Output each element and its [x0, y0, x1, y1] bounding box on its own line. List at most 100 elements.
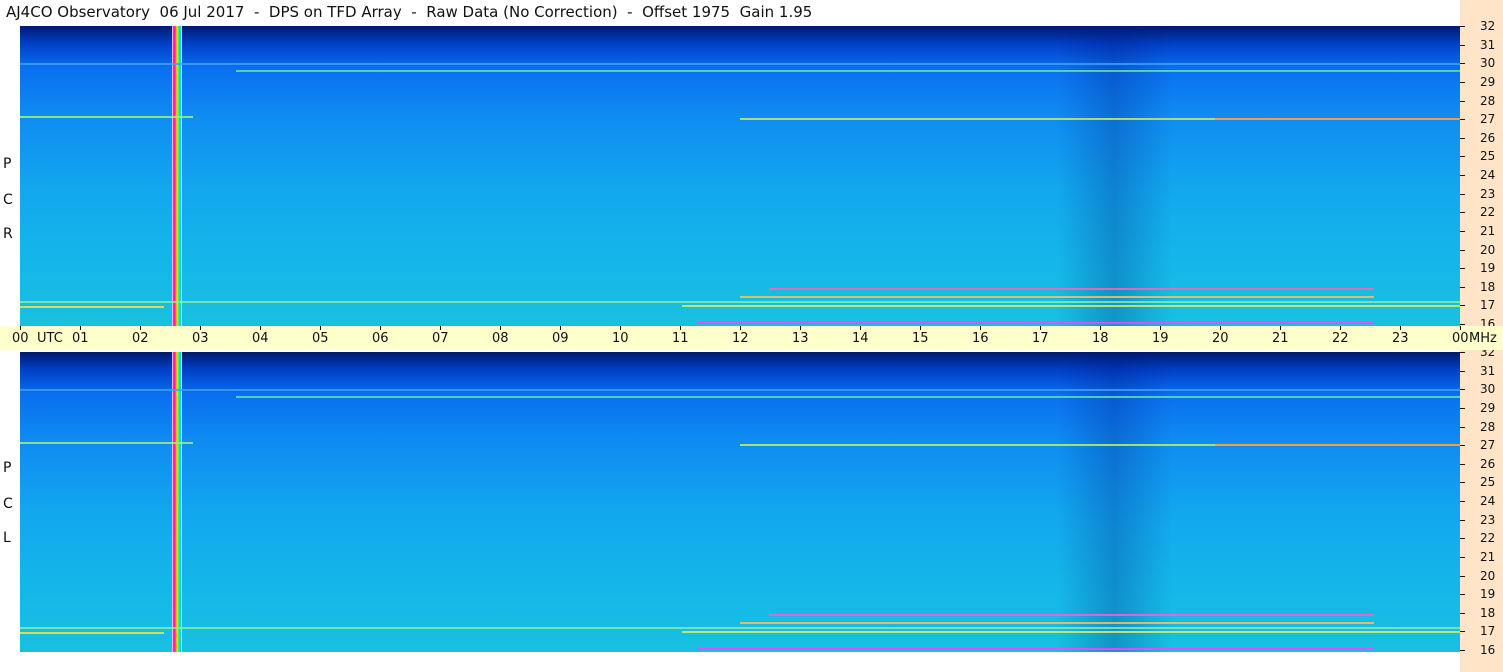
freq-tick [1460, 556, 1465, 558]
time-tick [800, 326, 801, 330]
time-axis: 00 UTC 01 02 03 04 05 06 07 08 09 10 11 12 13 14 15 16 17 1… [0, 326, 1503, 350]
freq-label: 30 [1480, 382, 1496, 397]
freq-label: 19 [1480, 261, 1496, 276]
time-tick [1160, 326, 1161, 330]
time-label: 01 [72, 331, 89, 346]
time-tick [320, 326, 321, 330]
freq-tick [1460, 81, 1465, 83]
freq-tick [1460, 501, 1465, 502]
time-tick [920, 326, 921, 330]
freq-label: 23 [1480, 186, 1496, 201]
freq-label: 30 [1480, 56, 1496, 71]
signal-band [20, 632, 164, 634]
freq-tick [1460, 63, 1465, 65]
panel-letter: C [3, 496, 13, 512]
freq-label: 24 [1480, 494, 1496, 508]
freq-tick [1460, 445, 1465, 447]
signal-band [20, 301, 1460, 303]
time-label: 21 [1272, 331, 1289, 346]
signal-band [768, 288, 1374, 290]
freq-label: 17 [1480, 624, 1496, 639]
signal-band [768, 614, 1374, 616]
time-tick [1280, 326, 1281, 330]
freq-label: 25 [1480, 475, 1496, 490]
freq-label: 16 [1480, 643, 1496, 657]
time-tick [560, 326, 561, 330]
signal-band [20, 627, 1460, 629]
signal-band [682, 305, 1460, 307]
freq-tick [1460, 100, 1465, 102]
signal-band [740, 296, 1374, 298]
time-label: 17 [1032, 331, 1049, 346]
freq-tick [1460, 230, 1465, 232]
freq-tick [1460, 26, 1465, 27]
time-tick [1460, 326, 1461, 330]
freq-tick [1460, 463, 1465, 465]
page-title: AJ4CO Observatory 06 Jul 2017 - DPS on T… [6, 3, 813, 21]
time-tick [380, 326, 381, 330]
freq-label: 20 [1480, 568, 1496, 583]
freq-tick [1460, 193, 1465, 195]
freq-tick [1460, 212, 1465, 214]
freq-tick [1460, 268, 1465, 270]
time-label: MHz [1469, 331, 1497, 346]
freq-label: 19 [1480, 587, 1496, 602]
time-tick [620, 326, 621, 330]
freq-label: 22 [1480, 205, 1496, 220]
freq-tick [1460, 119, 1465, 121]
time-label: 20 [1212, 331, 1229, 346]
freq-label: 18 [1480, 279, 1496, 294]
spectrogram-rcp [20, 26, 1460, 326]
spectrogram-lcp [20, 352, 1460, 652]
freq-tick [1460, 612, 1465, 614]
time-tick [860, 326, 861, 330]
panel-label-lcp: L C P [0, 352, 20, 652]
freq-label: 23 [1480, 512, 1496, 527]
freq-tick [1460, 389, 1465, 391]
freq-label: 27 [1480, 112, 1496, 127]
freq-label: 24 [1480, 168, 1496, 182]
time-label: UTC [37, 331, 63, 346]
signal-band [20, 116, 193, 118]
freq-tick [1460, 519, 1465, 521]
signal-band [20, 63, 1460, 65]
time-label: 09 [552, 331, 569, 346]
time-label: 15 [912, 331, 929, 346]
freq-label: 26 [1480, 130, 1496, 145]
signal-band [1215, 444, 1460, 446]
time-tick [980, 326, 981, 330]
time-tick [500, 326, 501, 330]
time-tick [20, 326, 21, 330]
signal-band [696, 322, 1374, 324]
time-label: 11 [672, 331, 689, 346]
time-tick [260, 326, 261, 330]
signal-band [1215, 118, 1460, 120]
time-label: 08 [492, 331, 509, 346]
panel-letter: R [3, 226, 13, 242]
time-label: 03 [192, 331, 209, 346]
time-label: 16 [972, 331, 989, 346]
freq-tick [1460, 44, 1465, 46]
freq-tick [1460, 575, 1465, 577]
freq-tick [1460, 137, 1465, 139]
signal-band [20, 442, 193, 444]
panel-letter: P [3, 460, 12, 476]
freq-tick [1460, 482, 1465, 484]
frequency-axis-rcp: 32 31 30 29 28 27 26 25 24 23 22 21 20 19 18 17 16 [1460, 0, 1503, 330]
panel-letter: P [3, 156, 12, 172]
interference-streak [172, 26, 182, 326]
time-label: 19 [1152, 331, 1169, 346]
freq-label: 31 [1480, 363, 1496, 378]
time-label: 00 [12, 331, 29, 346]
frequency-axis-lcp: 32 31 30 29 28 27 26 25 24 23 22 21 20 19 18 17 16 [1460, 346, 1503, 672]
time-label: 00 [1452, 331, 1469, 346]
freq-label: 17 [1480, 298, 1496, 313]
freq-tick [1460, 249, 1465, 251]
freq-tick [1460, 594, 1465, 596]
time-label: 10 [612, 331, 629, 346]
freq-label: 21 [1480, 549, 1496, 564]
time-label: 05 [312, 331, 329, 346]
time-label: 04 [252, 331, 269, 346]
freq-label: 27 [1480, 438, 1496, 453]
freq-tick [1460, 631, 1465, 633]
